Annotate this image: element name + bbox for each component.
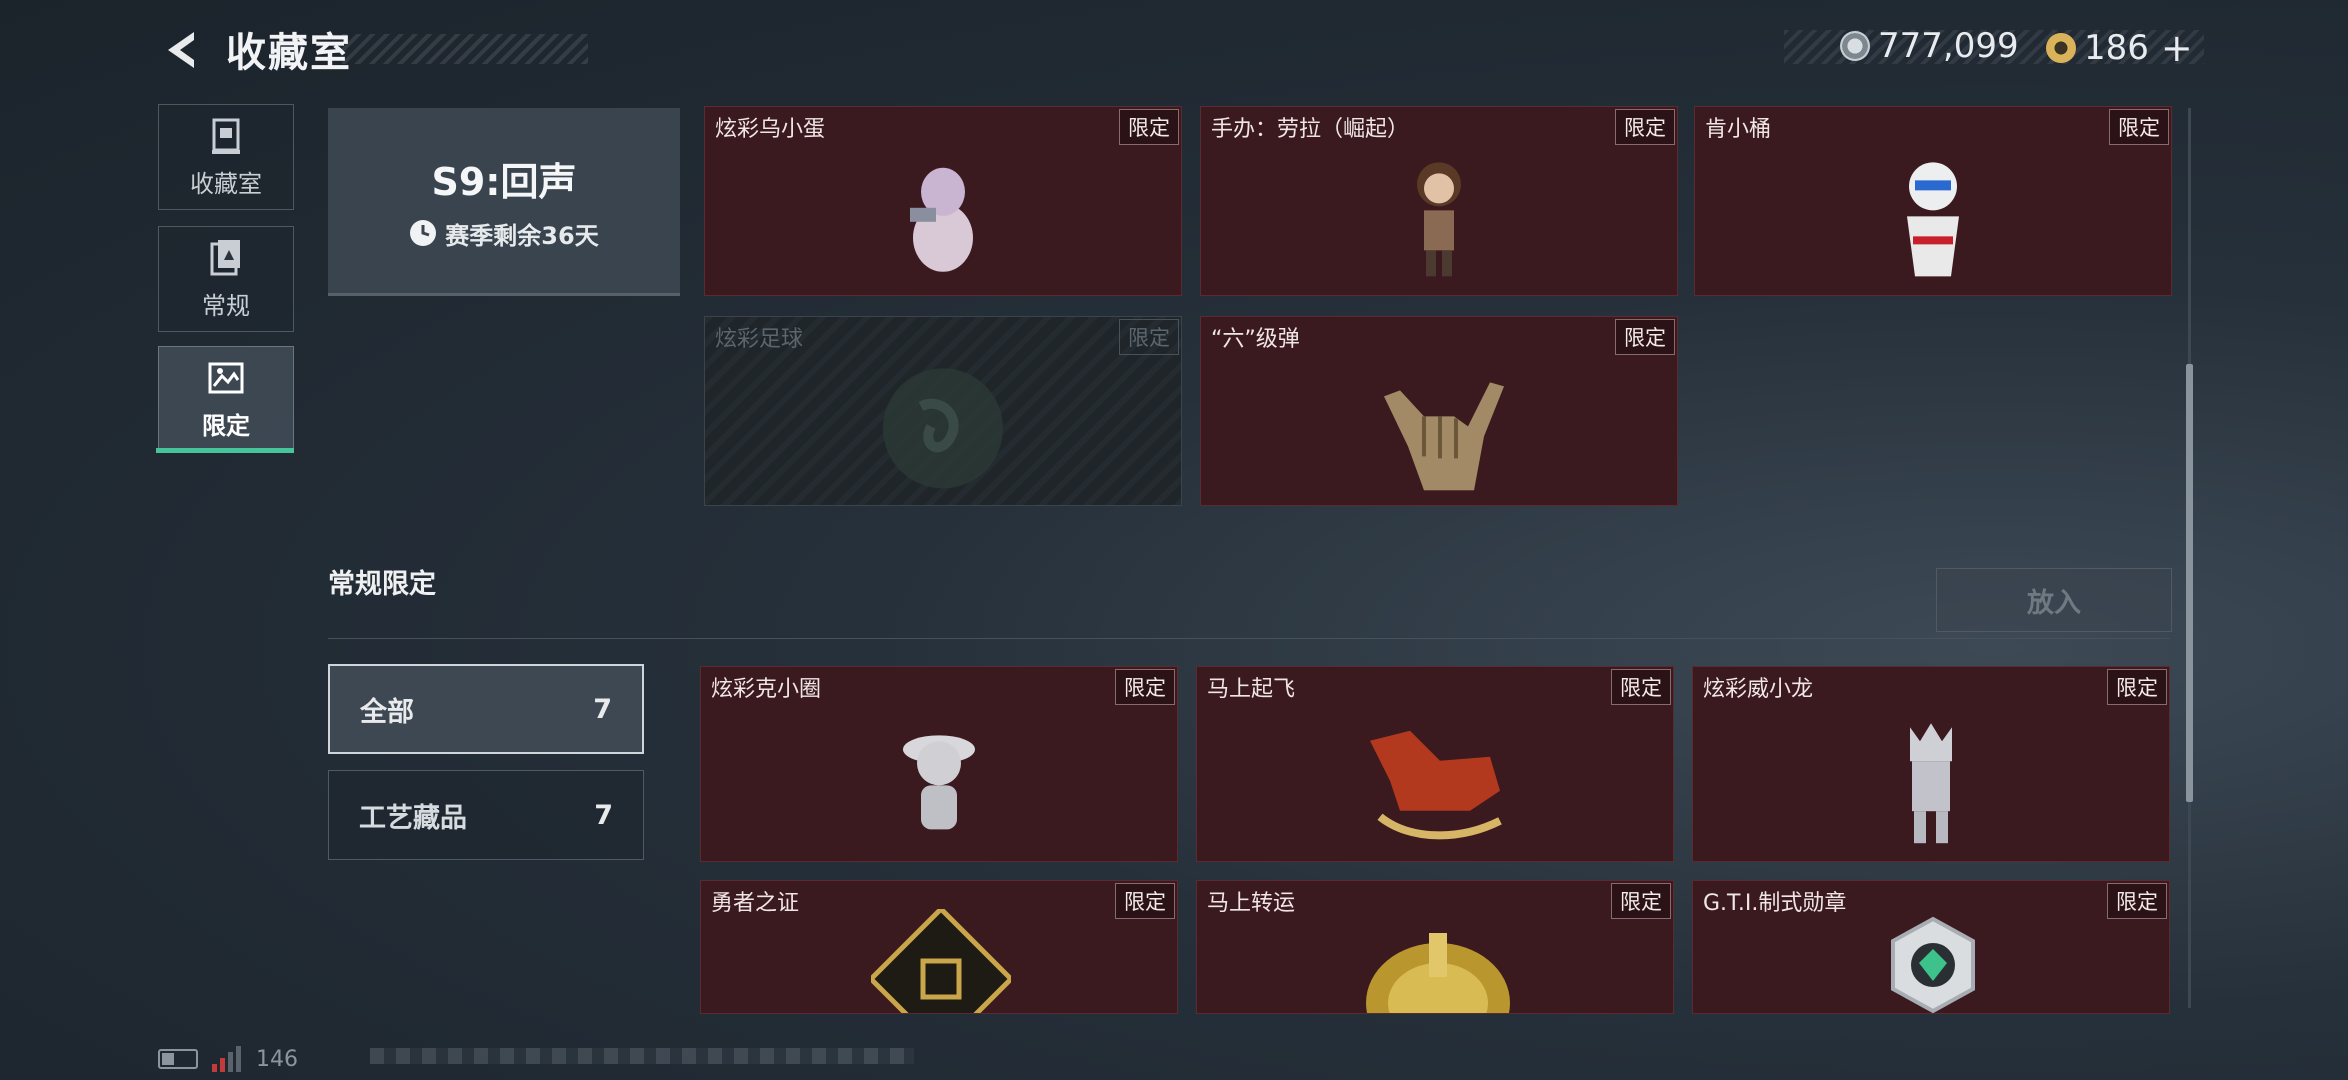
currency-coins-value: 777,099: [1878, 26, 2019, 66]
medal-icon: [1891, 916, 1975, 1013]
limited-badge: 限定: [1119, 109, 1179, 145]
hand-sign-icon: [1384, 382, 1504, 491]
item-name: 勇者之证: [711, 891, 800, 916]
item-card-dragon[interactable]: 炫彩威小龙 限定: [1692, 666, 2170, 862]
filter-craft[interactable]: 工艺藏品 7: [328, 770, 644, 860]
item-name: 炫彩威小龙: [1703, 677, 1814, 702]
limited-badge: 限定: [1115, 883, 1175, 919]
cards-icon: [210, 239, 240, 275]
item-name: G.T.I.制式勋章: [1703, 891, 1847, 916]
item-card-medal[interactable]: G.T.I.制式勋章 限定: [1692, 880, 2170, 1014]
put-in-button[interactable]: 放入: [1936, 568, 2172, 632]
season-remaining-text: 赛季剩余36天: [445, 221, 599, 250]
limited-badge: 限定: [2107, 669, 2167, 705]
sidebar-item-regular[interactable]: 常规: [158, 226, 294, 332]
limited-badge: 限定: [1611, 883, 1671, 919]
sidebar-item-label: 常规: [202, 291, 250, 320]
item-name: 马上起飞: [1207, 677, 1296, 702]
item-card-egg[interactable]: 炫彩乌小蛋 限定: [704, 106, 1182, 296]
triangle-coin-icon: [2046, 33, 2076, 63]
filter-label: 工艺藏品: [359, 802, 467, 834]
item-card-hand[interactable]: “六”级弹 限定: [1200, 316, 1678, 506]
limited-badge: 限定: [2109, 109, 2169, 145]
filter-count: 7: [594, 799, 613, 831]
page-title: 收藏室: [226, 30, 352, 76]
coin-icon: [1840, 31, 1870, 61]
lara-figure-icon: [1417, 162, 1461, 277]
badge-card-icon: [871, 909, 1011, 1013]
battery-icon: [158, 1049, 198, 1069]
sidebar-item-label: 限定: [202, 411, 250, 440]
clock-icon: [410, 220, 437, 246]
season-name: S9:回声: [431, 159, 577, 204]
season-remaining: 赛季剩余36天: [409, 216, 599, 251]
signal-icon: [212, 1046, 241, 1072]
add-currency-button[interactable]: +: [2161, 26, 2193, 70]
active-tab-indicator: [156, 448, 294, 453]
dragon-figure-icon: [1910, 723, 1952, 844]
item-name: 炫彩足球: [715, 327, 804, 352]
item-card-fortune[interactable]: 马上转运 限定: [1196, 880, 1674, 1014]
item-card-horse[interactable]: 马上起飞 限定: [1196, 666, 1674, 862]
item-name: “六”级弹: [1211, 327, 1300, 352]
item-name: 手办：劳拉（崛起）: [1211, 117, 1410, 142]
item-name: 马上转运: [1207, 891, 1296, 916]
chevron-left-icon: [168, 32, 194, 68]
sidebar-item-collection[interactable]: 收藏室: [158, 104, 294, 210]
item-card-football[interactable]: 炫彩足球 限定: [704, 316, 1182, 506]
season-panel: S9:回声 赛季剩余36天: [328, 108, 680, 296]
currency-premium-value: 186: [2084, 28, 2149, 68]
currency-coins: 777,099: [1840, 26, 2019, 66]
back-button[interactable]: [152, 22, 212, 78]
horse-figure-icon: [1370, 730, 1502, 840]
limited-pic-icon: [208, 362, 244, 393]
status-number: 146: [256, 1046, 298, 1072]
item-card-lara[interactable]: 手办：劳拉（崛起） 限定: [1200, 106, 1678, 296]
limited-badge: 限定: [1119, 319, 1179, 355]
item-card-bucket[interactable]: 肯小桶 限定: [1694, 106, 2172, 296]
item-name: 炫彩乌小蛋: [715, 117, 826, 142]
limited-badge: 限定: [1611, 669, 1671, 705]
filter-count: 7: [593, 693, 612, 725]
cat-figure-icon: [903, 735, 975, 830]
item-name: 炫彩克小圈: [711, 677, 822, 702]
scrollbar-thumb[interactable]: [2186, 364, 2193, 802]
item-card-brave[interactable]: 勇者之证 限定: [700, 880, 1178, 1014]
limited-badge: 限定: [1615, 319, 1675, 355]
limited-badge: 限定: [2107, 883, 2167, 919]
filter-label: 全部: [360, 696, 414, 728]
trophy-icon: [212, 118, 240, 154]
sidebar-item-label: 收藏室: [190, 169, 262, 198]
colonel-figure-icon: [1907, 162, 1959, 277]
sidebar-item-limited[interactable]: 限定: [158, 346, 294, 452]
title-decoration: [342, 34, 588, 64]
limited-badge: 限定: [1615, 109, 1675, 145]
status-bar: 146: [158, 1046, 298, 1072]
limited-badge: 限定: [1115, 669, 1175, 705]
section-divider: [328, 638, 2170, 639]
item-card-cat[interactable]: 炫彩克小圈 限定: [700, 666, 1178, 862]
compass-icon: [1366, 933, 1510, 1013]
football-icon: [883, 368, 1003, 489]
status-info-blurred: [370, 1048, 914, 1064]
item-name: 肯小桶: [1705, 117, 1772, 142]
egg-figure-icon: [910, 167, 973, 272]
currency-premium[interactable]: 186 +: [2046, 26, 2193, 70]
filter-all[interactable]: 全部 7: [328, 664, 644, 754]
section-title: 常规限定: [328, 569, 436, 600]
